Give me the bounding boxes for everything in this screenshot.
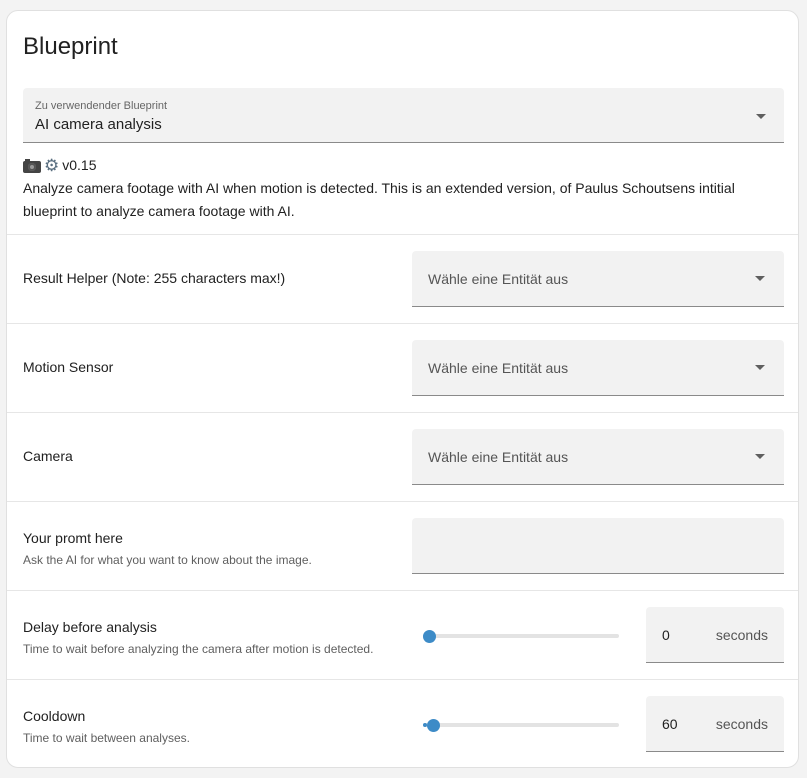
result-helper-label: Result Helper (Note: 255 characters max!… [23,270,286,286]
motion-sensor-select[interactable]: Wähle eine Entität aus [412,340,784,396]
row-result-helper: Result Helper (Note: 255 characters max!… [7,234,798,323]
slider-thumb[interactable] [426,719,440,732]
blueprint-select[interactable]: Zu verwendender Blueprint AI camera anal… [23,88,784,143]
cooldown-value: 60 [662,716,678,732]
chevron-down-icon [755,365,765,370]
slider-thumb[interactable] [423,630,436,643]
delay-number-input[interactable]: 0 seconds [646,607,784,663]
row-prompt: Your promt here Ask the AI for what you … [7,501,798,590]
blueprint-description: ⚙ v0.15 Analyze camera footage with AI w… [23,154,783,223]
prompt-label: Your promt here [23,530,123,546]
delay-unit: seconds [715,627,768,643]
chevron-down-icon [756,114,766,119]
camera-label: Camera [23,448,73,464]
description-text: Analyze camera footage with AI when moti… [23,180,735,219]
gear-icon: ⚙ [44,156,60,175]
blueprint-card: Blueprint Zu verwendender Blueprint AI c… [6,10,799,768]
blueprint-select-value: AI camera analysis [35,116,162,133]
camera-select[interactable]: Wähle eine Entität aus [412,429,784,485]
camera-icon [23,158,41,173]
card-title: Blueprint [23,33,118,60]
prompt-help: Ask the AI for what you want to know abo… [23,553,312,567]
chevron-down-icon [755,276,765,281]
motion-sensor-label: Motion Sensor [23,359,114,375]
chevron-down-icon [755,454,765,459]
cooldown-slider[interactable] [423,714,619,734]
delay-label: Delay before analysis [23,619,157,635]
delay-slider[interactable] [423,625,619,645]
row-delay: Delay before analysis Time to wait befor… [7,590,798,679]
cooldown-help: Time to wait between analyses. [23,731,190,745]
row-cooldown: Cooldown Time to wait between analyses. … [7,679,798,767]
cooldown-unit: seconds [715,716,768,732]
row-camera: Camera Wähle eine Entität aus [7,412,798,501]
motion-sensor-placeholder: Wähle eine Entität aus [428,360,569,376]
delay-help: Time to wait before analyzing the camera… [23,642,374,656]
blueprint-version: v0.15 [62,157,97,173]
delay-value: 0 [662,627,670,643]
slider-track [423,634,619,638]
camera-placeholder: Wähle eine Entität aus [428,449,569,465]
prompt-input[interactable] [412,518,784,574]
blueprint-select-label: Zu verwendender Blueprint [35,100,168,112]
result-helper-placeholder: Wähle eine Entität aus [428,271,569,287]
slider-track [423,723,619,727]
row-motion-sensor: Motion Sensor Wähle eine Entität aus [7,323,798,412]
cooldown-label: Cooldown [23,708,86,724]
cooldown-number-input[interactable]: 60 seconds [646,696,784,752]
result-helper-select[interactable]: Wähle eine Entität aus [412,251,784,307]
